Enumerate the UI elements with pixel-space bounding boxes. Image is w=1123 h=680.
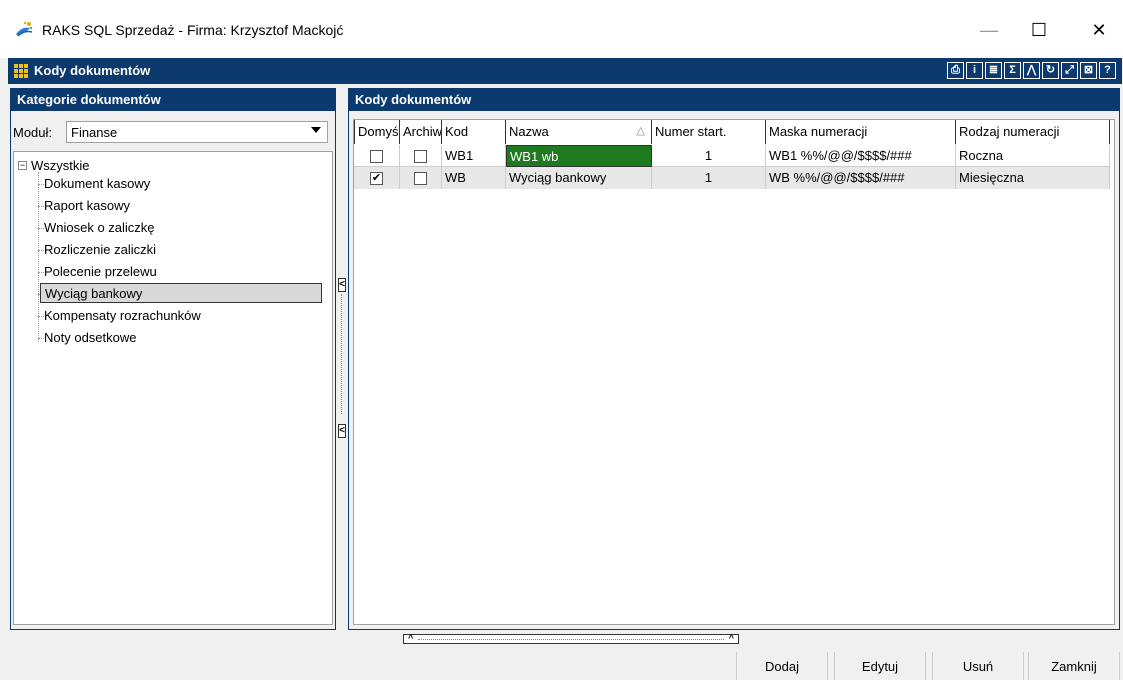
vertical-splitter[interactable]: < < bbox=[338, 278, 346, 448]
collapse-left-button[interactable]: < bbox=[338, 278, 346, 292]
tree-root[interactable]: − Wszystkie bbox=[18, 158, 90, 173]
splitter-line bbox=[341, 294, 342, 414]
column-header-numer-start[interactable]: Numer start. bbox=[652, 120, 766, 144]
column-header-maska[interactable]: Maska numeracji bbox=[766, 120, 956, 144]
column-header-domyslny[interactable]: Domyś bbox=[354, 120, 400, 144]
splitter-line bbox=[418, 639, 724, 640]
list-icon[interactable]: ≣ bbox=[985, 62, 1002, 79]
column-header-nazwa[interactable]: Nazwa △ bbox=[506, 120, 652, 144]
tree-item-kompensaty-rozrachunkow[interactable]: Kompensaty rozrachunków bbox=[40, 306, 205, 326]
checkbox-archiwalny[interactable] bbox=[414, 172, 427, 186]
tree-item-noty-odsetkowe[interactable]: Noty odsetkowe bbox=[40, 328, 141, 348]
info-icon[interactable]: i bbox=[966, 62, 983, 79]
document-codes-grid: Domyś Archiw Kod Nazwa △ Numer start. Ma… bbox=[353, 119, 1115, 625]
categories-panel: Kategorie dokumentów Moduł: Finanse − Ws… bbox=[10, 88, 336, 630]
sum-icon[interactable]: Σ bbox=[1004, 62, 1021, 79]
refresh-icon[interactable]: ↻ bbox=[1042, 62, 1059, 79]
table-row[interactable]: WB1 WB1 wb 1 WB1 %%/@@/$$$$/### Roczna bbox=[354, 145, 1110, 167]
cell-archiwalny[interactable] bbox=[400, 167, 442, 189]
tree-item-wyciag-bankowy[interactable]: Wyciąg bankowy bbox=[40, 283, 322, 303]
cell-domyslny[interactable] bbox=[354, 145, 400, 167]
help-icon[interactable]: ? bbox=[1099, 62, 1116, 79]
close-dialog-button[interactable]: Zamknij bbox=[1028, 652, 1120, 680]
tree-item-wniosek-o-zaliczke[interactable]: Wniosek o zaliczkę bbox=[40, 218, 159, 238]
cell-numer-start[interactable]: 1 bbox=[652, 145, 766, 167]
column-header-kod[interactable]: Kod bbox=[442, 120, 506, 144]
cell-maska[interactable]: WB1 %%/@@/$$$$/### bbox=[766, 145, 956, 167]
app-logo-icon bbox=[16, 21, 33, 37]
cell-maska[interactable]: WB %%/@@/$$$$/### bbox=[766, 167, 956, 189]
tree-root-label: Wszystkie bbox=[31, 158, 90, 173]
grid-icon bbox=[14, 64, 28, 78]
print-icon[interactable]: ⎙ bbox=[947, 62, 964, 79]
column-header-archiwalny[interactable]: Archiw bbox=[400, 120, 442, 144]
document-codes-panel: Kody dokumentów Domyś Archiw Kod Nazwa △… bbox=[348, 88, 1120, 630]
resize-icon[interactable]: ⤢ bbox=[1061, 62, 1078, 79]
cell-kod[interactable]: WB bbox=[442, 167, 506, 189]
grid-header: Domyś Archiw Kod Nazwa △ Numer start. Ma… bbox=[354, 120, 1110, 144]
cell-numer-start[interactable]: 1 bbox=[652, 167, 766, 189]
cell-archiwalny[interactable] bbox=[400, 145, 442, 167]
checkbox-domyslny[interactable]: ✔ bbox=[370, 172, 383, 186]
cell-nazwa[interactable]: WB1 wb bbox=[506, 145, 652, 167]
window-title: RAKS SQL Sprzedaż - Firma: Krzysztof Mac… bbox=[42, 22, 344, 38]
cell-rodzaj[interactable]: Miesięczna bbox=[956, 167, 1110, 189]
add-button[interactable]: Dodaj bbox=[736, 652, 828, 680]
column-header-nazwa-label: Nazwa bbox=[509, 124, 549, 139]
cell-nazwa[interactable]: Wyciąg bankowy bbox=[506, 167, 652, 189]
close-window-icon[interactable]: ⊠ bbox=[1080, 62, 1097, 79]
checkbox-domyslny[interactable] bbox=[370, 150, 383, 164]
categories-panel-title: Kategorie dokumentów bbox=[11, 89, 335, 111]
table-row[interactable]: ✔ WB Wyciąg bankowy 1 WB %%/@@/$$$$/### … bbox=[354, 167, 1110, 189]
maximize-button[interactable]: ☐ bbox=[1016, 10, 1062, 50]
edit-button[interactable]: Edytuj bbox=[834, 652, 926, 680]
chevron-down-icon[interactable] bbox=[311, 127, 321, 133]
close-button[interactable]: ✕ bbox=[1076, 10, 1122, 50]
tree-item-dokument-kasowy[interactable]: Dokument kasowy bbox=[40, 174, 154, 194]
module-toolbar: ⎙ i ≣ Σ ⋀ ↻ ⤢ ⊠ ? bbox=[947, 62, 1116, 79]
category-tree: − Wszystkie Dokument kasowy Raport kasow… bbox=[13, 151, 333, 625]
checkbox-archiwalny[interactable] bbox=[414, 150, 427, 164]
module-select-value: Finanse bbox=[71, 125, 118, 140]
module-row: Moduł: Finanse bbox=[11, 121, 335, 145]
tree-item-rozliczenie-zaliczki[interactable]: Rozliczenie zaliczki bbox=[40, 240, 160, 260]
column-header-rodzaj[interactable]: Rodzaj numeracji bbox=[956, 120, 1110, 144]
workspace: Kategorie dokumentów Moduł: Finanse − Ws… bbox=[8, 84, 1122, 680]
module-select[interactable]: Finanse bbox=[66, 121, 328, 143]
collapse-up-button[interactable]: ^ bbox=[408, 633, 413, 643]
horizontal-splitter[interactable]: ^ ^ bbox=[403, 633, 739, 644]
module-window-header: Kody dokumentów ⎙ i ≣ Σ ⋀ ↻ ⤢ ⊠ ? bbox=[8, 58, 1122, 84]
document-codes-panel-title: Kody dokumentów bbox=[349, 89, 1119, 111]
module-window-title: Kody dokumentów bbox=[34, 63, 151, 78]
filter-icon[interactable]: ⋀ bbox=[1023, 62, 1040, 79]
tree-item-polecenie-przelewu[interactable]: Polecenie przelewu bbox=[40, 262, 161, 282]
sort-ascending-icon: △ bbox=[636, 125, 645, 137]
cell-domyslny[interactable]: ✔ bbox=[354, 167, 400, 189]
cell-kod[interactable]: WB1 bbox=[442, 145, 506, 167]
collapse-icon[interactable]: − bbox=[18, 161, 27, 170]
tree-item-raport-kasowy[interactable]: Raport kasowy bbox=[40, 196, 134, 216]
window-title-bar: RAKS SQL Sprzedaż - Firma: Krzysztof Mac… bbox=[0, 0, 1123, 58]
minimize-button[interactable]: — bbox=[966, 10, 1012, 50]
delete-button[interactable]: Usuń bbox=[932, 652, 1024, 680]
module-label: Moduł: bbox=[13, 125, 53, 140]
collapse-up-button[interactable]: ^ bbox=[729, 633, 734, 643]
collapse-left-button[interactable]: < bbox=[338, 424, 346, 438]
cell-rodzaj[interactable]: Roczna bbox=[956, 145, 1110, 167]
